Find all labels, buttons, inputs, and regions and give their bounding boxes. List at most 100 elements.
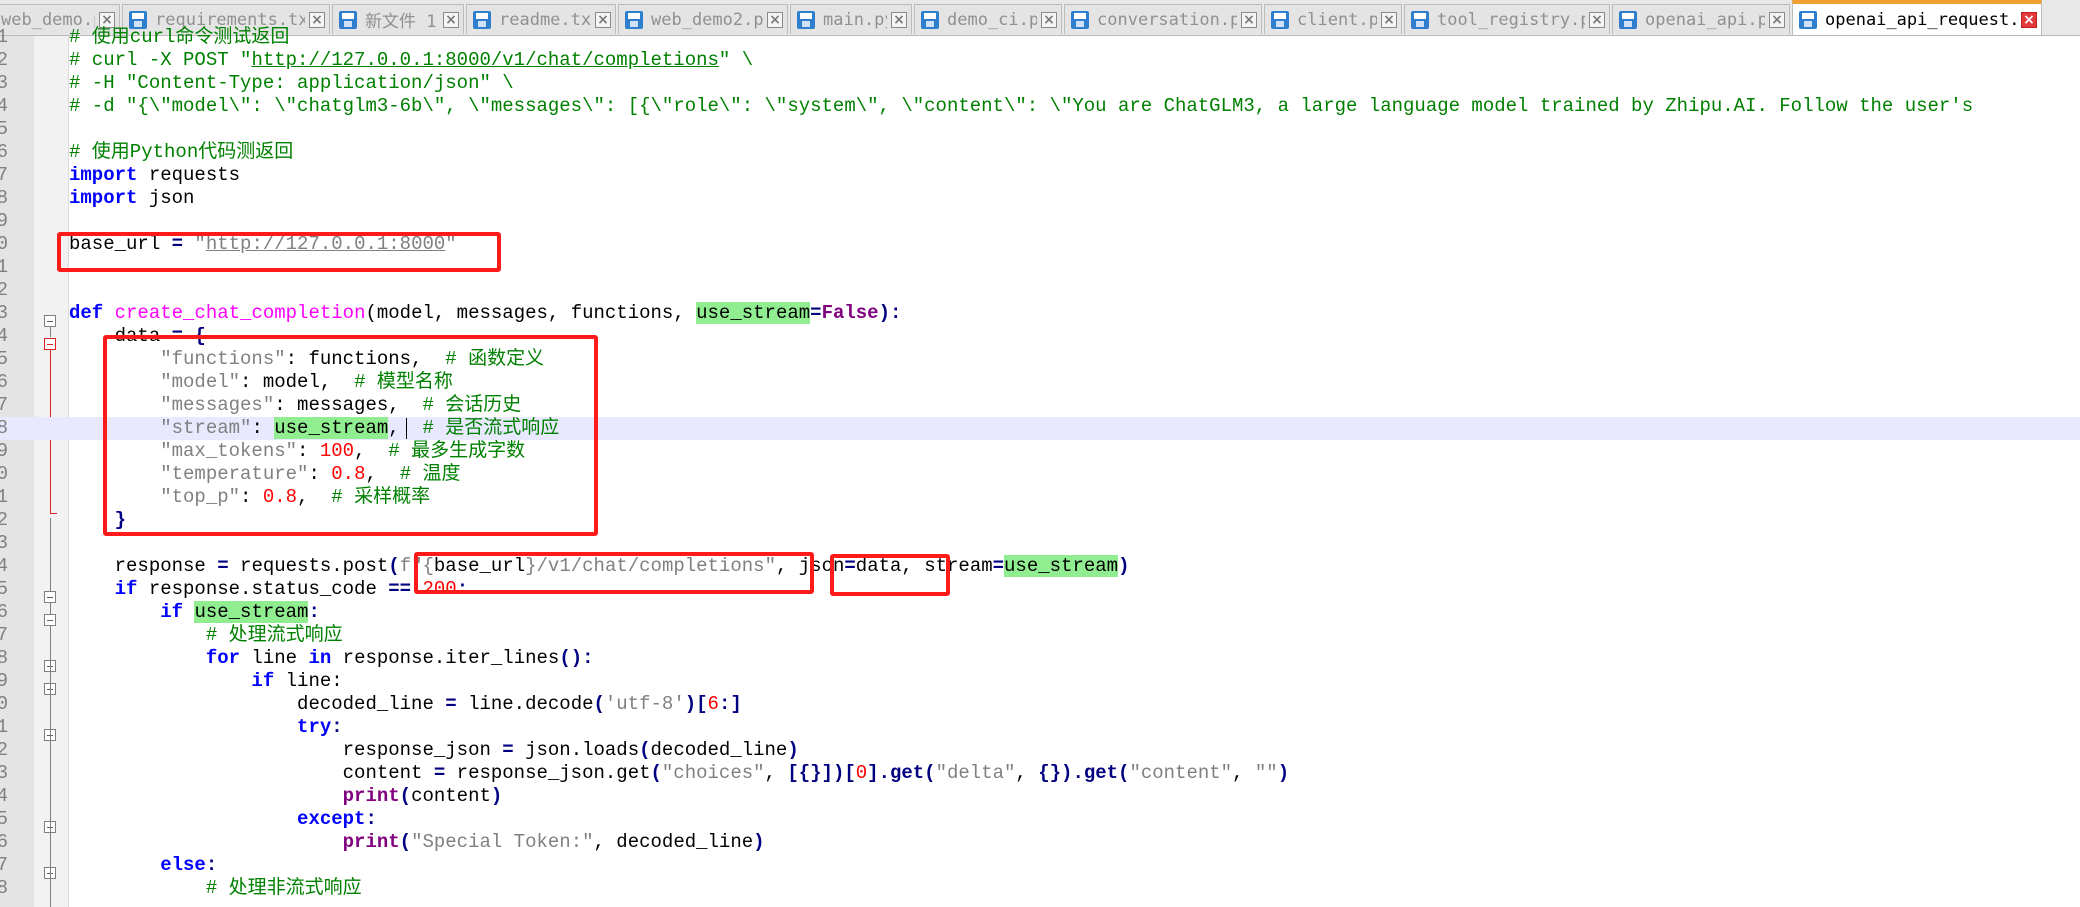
tab-label: openai_api_request.py <box>1825 9 2017 30</box>
identifier: : model, <box>240 371 355 393</box>
identifier: data <box>69 325 172 347</box>
identifier: line <box>240 647 309 669</box>
comment: # 最多生成字数 <box>388 440 526 462</box>
line-number: 2 <box>0 49 8 71</box>
code-text: import requests <box>69 164 240 187</box>
comment: # 采样概率 <box>331 486 431 508</box>
identifier: : <box>308 463 332 485</box>
line-number: 0 <box>0 693 8 715</box>
comment: # 处理非流式响应 <box>69 877 362 899</box>
number: 0.8 <box>262 486 298 508</box>
identifier: response <box>69 555 218 577</box>
code-text: print("Special Token:", decoded_line) <box>69 831 765 854</box>
code-text: else: <box>69 854 217 877</box>
keyword: else <box>69 854 206 876</box>
code-editor[interactable]: 1 # 使用curl命令测试返回 2 # curl -X POST "http:… <box>0 26 2080 907</box>
keyword: except <box>69 808 366 830</box>
code-text: response_json = json.loads(decoded_line) <box>69 739 799 762</box>
identifier: response_json.get <box>445 762 651 784</box>
number: 6 <box>707 693 719 715</box>
number: 0.8 <box>331 463 366 485</box>
close-icon[interactable]: × <box>2021 11 2037 28</box>
line-number: 6 <box>0 831 8 853</box>
code-text: } <box>69 509 126 532</box>
identifier: requests <box>137 164 241 186</box>
identifier: : <box>297 440 320 462</box>
operator: : <box>205 854 218 876</box>
keyword: import <box>69 164 138 186</box>
highlighted-identifier: use_stream <box>274 417 389 439</box>
keyword: if <box>69 578 138 600</box>
line-number: 2 <box>0 279 8 301</box>
comment: # 温度 <box>399 463 461 485</box>
line-number: 9 <box>0 440 8 462</box>
operator: } <box>69 509 127 531</box>
function-name: create_chat_completion <box>114 302 366 324</box>
code-text: base_url = "http://127.0.0.1:8000" <box>69 233 457 256</box>
keyword: if <box>69 601 184 623</box>
string: "messages" <box>69 394 275 416</box>
string: f"{ <box>399 555 434 577</box>
line-number: 4 <box>0 555 8 577</box>
tab-openai-api-request[interactable]: openai_api_request.py × <box>1792 0 2042 35</box>
string: }/v1/chat/completions" <box>525 555 776 577</box>
code-line: 6 if use_stream: <box>0 601 2080 624</box>
operator: : <box>308 601 320 623</box>
identifier: , <box>354 440 389 462</box>
builtin: print <box>69 831 400 853</box>
operator: ( <box>593 693 605 715</box>
highlighted-identifier: use_stream <box>696 302 811 324</box>
code-text: response = requests.post(f"{base_url}/v1… <box>69 555 1129 578</box>
comment: # 使用curl命令测试返回 <box>69 26 290 48</box>
code-line: 5 except: <box>0 808 2080 831</box>
line-number: 6 <box>0 601 8 623</box>
operator: = <box>810 302 822 324</box>
code-text: decoded_line = line.decode('utf-8')[6:] <box>69 693 742 716</box>
line-number: 4 <box>0 95 8 117</box>
comment: # 会话历史 <box>422 394 522 416</box>
operator: ( <box>388 555 400 577</box>
operator: == <box>388 578 412 600</box>
code-text: def create_chat_completion(model, messag… <box>69 302 901 325</box>
code-line: 5 <box>0 118 2080 141</box>
line-number: 7 <box>0 854 8 876</box>
identifier: response_json <box>69 739 503 761</box>
identifier: , <box>365 463 400 485</box>
line-number: 9 <box>0 210 8 232</box>
identifier: base_url <box>433 555 526 577</box>
identifier: json.loads <box>513 739 640 761</box>
identifier: content <box>411 785 491 807</box>
code-line: 0 base_url = "http://127.0.0.1:8000" <box>0 233 2080 256</box>
operator: { <box>183 325 206 347</box>
identifier: requests.post <box>228 555 389 577</box>
string: " <box>183 233 206 255</box>
highlighted-identifier: use_stream <box>1004 555 1119 577</box>
code-text: # 处理流式响应 <box>69 624 343 647</box>
line-number: 3 <box>0 532 8 554</box>
code-text: import json <box>69 187 194 210</box>
comment: # -d "{\"model\": \"chatglm3-6b\", \"mes… <box>69 95 1974 117</box>
identifier: , json <box>775 555 845 577</box>
code-line: 5 if response.status_code == 200: <box>0 578 2080 601</box>
line-number: 1 <box>0 486 8 508</box>
operator: : <box>456 578 469 600</box>
code-line: 3 def create_chat_completion(model, mess… <box>0 302 2080 325</box>
operator: ( <box>639 739 651 761</box>
line-number: 3 <box>0 762 8 784</box>
line-number: 8 <box>0 647 8 669</box>
code-line: 0 decoded_line = line.decode('utf-8')[6:… <box>0 693 2080 716</box>
code-text: "top_p": 0.8, # 采样概率 <box>69 486 430 509</box>
line-number: 1 <box>0 26 8 48</box>
line-number: 3 <box>0 302 8 324</box>
code-line: 1 # 使用curl命令测试返回 <box>0 26 2080 49</box>
comment: # 是否流式响应 <box>422 417 560 439</box>
line-number: 2 <box>0 739 8 761</box>
string: " <box>445 233 457 255</box>
identifier: , <box>764 762 788 784</box>
code-text: if line: <box>69 670 342 693</box>
comment: # 模型名称 <box>354 371 453 393</box>
code-text: "messages": messages, # 会话历史 <box>69 394 521 417</box>
code-line: 7 else: <box>0 854 2080 877</box>
